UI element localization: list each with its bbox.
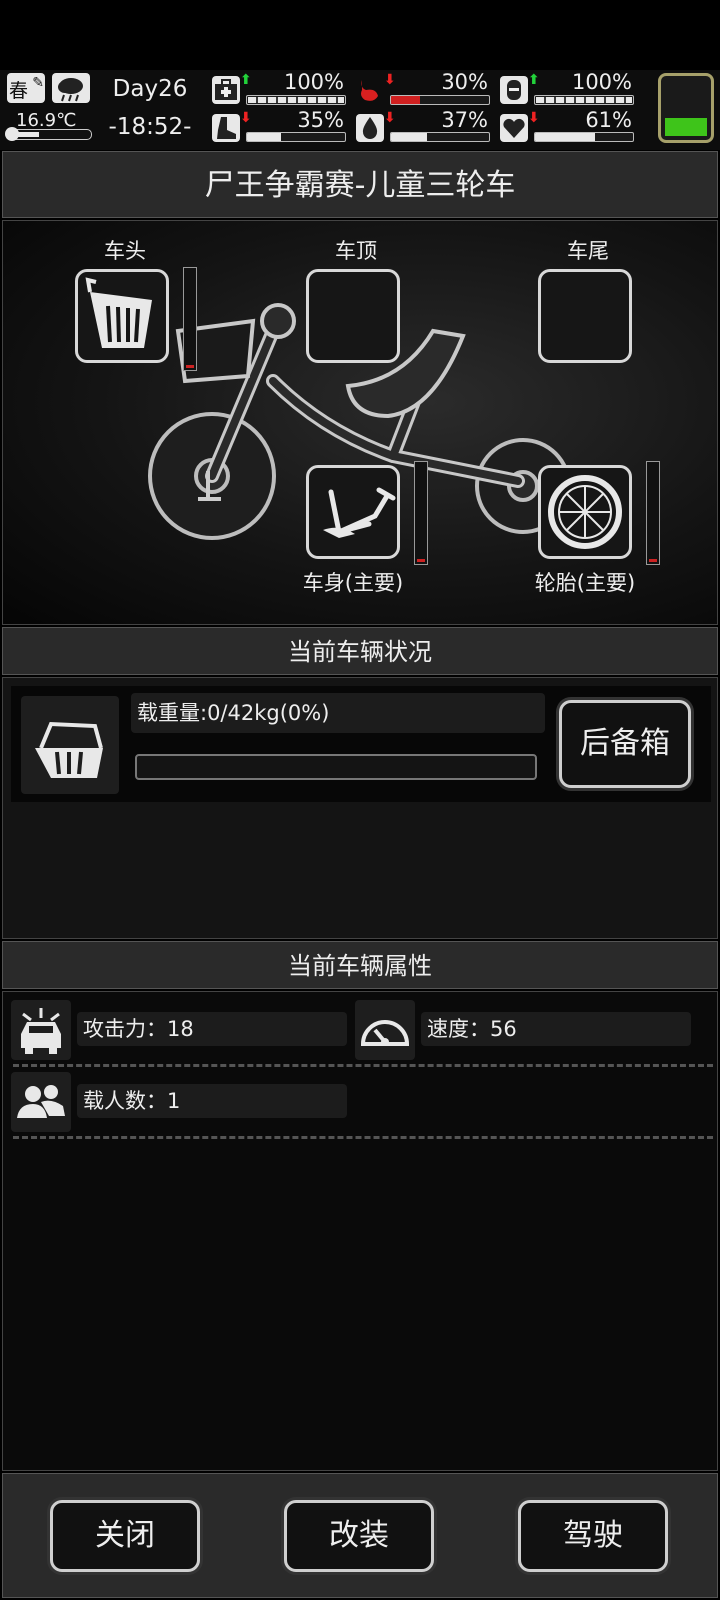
slot-tire-label: 轮胎(主要)	[534, 571, 636, 595]
slot-tail[interactable]	[538, 269, 632, 363]
speedometer-icon	[355, 1000, 415, 1060]
armor-pct: 100%	[571, 70, 632, 94]
attributes-divider	[13, 1136, 713, 1139]
armor-trend-up-icon: ⬆	[528, 72, 540, 88]
water-trend-down-icon: ⬇	[384, 110, 396, 126]
stamina-bar-fill	[247, 133, 282, 141]
season-badge: 春 ✎	[7, 73, 45, 103]
status-bar: 春 ✎ 16.9℃ Day26 -18:52- ⬆ 100% ⬇ 30% ⬆ 1…	[0, 70, 720, 150]
vehicle-attributes-header: 当前车辆属性	[2, 941, 718, 989]
slot-roof-label: 车顶	[335, 239, 377, 263]
stamina-trend-down-icon: ⬇	[240, 110, 252, 126]
season-label: 春	[9, 80, 29, 102]
time-label: -18:52-	[108, 114, 192, 140]
vehicle-status-header: 当前车辆状况	[2, 627, 718, 675]
day-label: Day26	[112, 76, 188, 102]
slot-body-durability-bar	[414, 461, 428, 565]
thermometer-icon	[5, 127, 92, 141]
health-trend-up-icon: ⬆	[240, 72, 252, 88]
stamina-bar	[246, 132, 346, 142]
passengers-icon	[11, 1072, 71, 1132]
car-attack-icon	[11, 1000, 71, 1060]
heart-icon	[500, 114, 528, 142]
water-drop-icon	[356, 114, 384, 142]
hunger-pct: 30%	[441, 70, 488, 94]
slot-roof[interactable]	[306, 269, 400, 363]
slot-body-label: 车身(主要)	[302, 571, 404, 595]
mood-pct: 61%	[585, 108, 632, 132]
armor-icon	[500, 76, 528, 104]
battery-fill	[665, 118, 707, 136]
armor-bar	[534, 95, 634, 105]
hunger-bar-fill	[391, 96, 421, 104]
temperature-label: 16.9℃	[16, 110, 77, 131]
slot-tail-label: 车尾	[567, 239, 609, 263]
attack-stat: 攻击力：18	[77, 1012, 347, 1046]
close-button[interactable]: 关闭	[50, 1500, 200, 1572]
battery-indicator[interactable]	[658, 73, 714, 143]
slot-head-durability-bar	[183, 267, 197, 371]
cloud-rain-icon	[52, 73, 90, 103]
drive-button[interactable]: 驾驶	[518, 1500, 668, 1572]
boot-icon	[212, 114, 240, 142]
cart-icon	[21, 696, 119, 794]
water-bar-fill	[391, 133, 428, 141]
attributes-divider	[13, 1064, 713, 1067]
load-row: 载重量:0/42kg(0%) 后备箱	[11, 686, 711, 802]
hunger-trend-down-icon: ⬇	[384, 72, 396, 88]
frame-icon	[323, 487, 396, 538]
trunk-button[interactable]: 后备箱	[559, 700, 691, 788]
slot-head[interactable]	[75, 269, 169, 363]
vehicle-slot-area: 车头 车顶 车尾 车身(主要) 轮胎(主要)	[2, 220, 718, 625]
mood-bar-fill	[535, 133, 595, 141]
slot-tire-durability-bar	[646, 461, 660, 565]
modify-button[interactable]: 改装	[284, 1500, 434, 1572]
vehicle-attributes-panel: 攻击力：18 速度：56 载人数：1	[2, 991, 718, 1471]
load-progress-bar	[135, 754, 537, 780]
speed-stat: 速度：56	[421, 1012, 691, 1046]
slot-body[interactable]	[306, 465, 400, 559]
water-bar	[390, 132, 490, 142]
feather-icon: ✎	[32, 75, 44, 91]
mood-trend-down-icon: ⬇	[528, 110, 540, 126]
vehicle-status-panel: 载重量:0/42kg(0%) 后备箱	[2, 677, 718, 939]
hunger-bar	[390, 95, 490, 105]
health-bar	[246, 95, 346, 105]
passengers-stat: 载人数：1	[77, 1084, 347, 1118]
slot-tire[interactable]	[538, 465, 632, 559]
water-pct: 37%	[441, 108, 488, 132]
slot-head-label: 车头	[104, 239, 146, 263]
medkit-icon	[212, 76, 240, 104]
mood-bar	[534, 132, 634, 142]
load-weight-label: 载重量:0/42kg(0%)	[131, 693, 545, 733]
stamina-pct: 35%	[297, 108, 344, 132]
health-pct: 100%	[283, 70, 344, 94]
basket-icon	[85, 277, 152, 348]
vehicle-title: 尸王争霸赛-儿童三轮车	[2, 151, 718, 218]
stomach-icon	[356, 76, 384, 104]
wheel-icon	[548, 475, 622, 549]
